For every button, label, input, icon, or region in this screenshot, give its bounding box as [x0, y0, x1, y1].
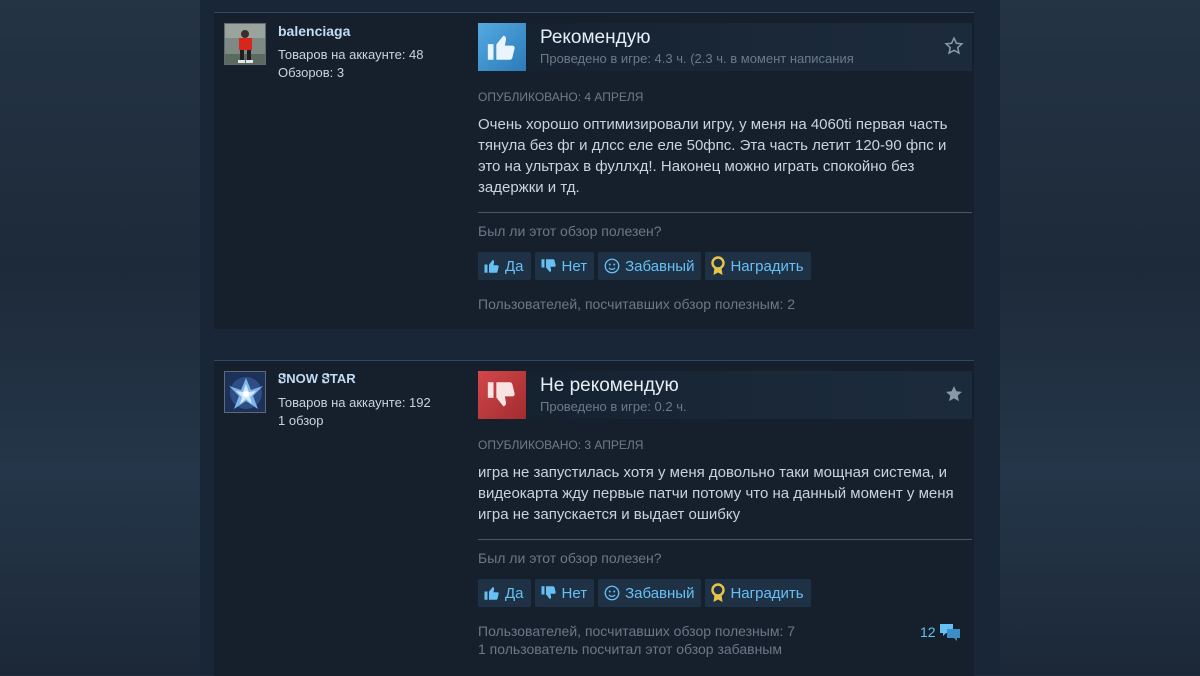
reviews-count[interactable]: 1 обзор [278, 412, 431, 430]
playtime: Проведено в игре: 0.2 ч. [540, 399, 687, 414]
vote-no-button[interactable]: Нет [534, 252, 595, 280]
vote-funny-button[interactable]: Забавный [598, 252, 702, 280]
background-left [0, 0, 200, 675]
posted-date: Опубликовано: 3 апреля [478, 438, 644, 452]
comment-icon [939, 624, 960, 641]
review-text: игра не запустилась хотя у меня довольно… [478, 464, 954, 523]
review-text: Очень хорошо оптимизировали игру, у меня… [478, 116, 948, 196]
smiley-icon [604, 258, 620, 274]
thumbs-up-icon [487, 35, 515, 60]
star-icon[interactable] [944, 384, 964, 404]
products-count[interactable]: Товаров на аккаунте: 192 [278, 394, 431, 412]
avatar[interactable] [224, 371, 266, 413]
products-count[interactable]: Товаров на аккаунте: 48 [278, 46, 424, 64]
author-name[interactable]: ꗟNOW ꗟTAR [278, 371, 356, 387]
thumbs-up-icon [484, 587, 499, 600]
thumbs-up-icon [484, 260, 499, 273]
helpful-question: Был ли этот обзор полезен? [478, 223, 662, 239]
avatar[interactable] [224, 23, 266, 65]
helpful-question: Был ли этот обзор полезен? [478, 550, 662, 566]
reviews-count[interactable]: Обзоров: 3 [278, 64, 424, 82]
award-button[interactable]: Наградить [705, 252, 811, 280]
vote-yes-label: Да [505, 257, 524, 275]
award-icon [711, 583, 726, 602]
thumbs-down-icon [541, 259, 556, 272]
posted-date: Опубликовано: 4 апреля [478, 90, 644, 104]
author-meta: Товаров на аккаунте: 48 Обзоров: 3 [278, 46, 424, 82]
comments-count: 12 [920, 624, 936, 640]
rating-buttons: Да Нет Забавный Наградить [478, 252, 811, 280]
vote-no-label: Нет [561, 257, 588, 275]
verdict-title: Рекомендую [540, 27, 651, 48]
vote-yes-label: Да [505, 584, 524, 602]
author-meta: Товаров на аккаунте: 192 1 обзор [278, 394, 431, 430]
star-icon[interactable] [944, 36, 964, 56]
vote-funny-label: Забавный [625, 584, 695, 602]
vote-funny-button[interactable]: Забавный [598, 579, 702, 607]
vote-funny-label: Забавный [625, 257, 695, 275]
award-label: Наградить [730, 257, 804, 275]
helpful-stat: Пользователей, посчитавших обзор полезны… [478, 295, 795, 313]
vote-header[interactable]: Не рекомендую Проведено в игре: 0.2 ч. [478, 371, 972, 419]
helpful-count: Пользователей, посчитавших обзор полезны… [478, 296, 796, 312]
helpful-stat: Пользователей, посчитавших обзор полезны… [478, 622, 795, 658]
helpful-count: Пользователей, посчитавших обзор полезны… [478, 623, 796, 639]
divider [478, 212, 972, 213]
recommended-badge [478, 23, 526, 71]
thumbs-down-icon [487, 382, 515, 407]
vote-no-label: Нет [561, 584, 588, 602]
review-card: balenciaga Товаров на аккаунте: 48 Обзор… [214, 12, 974, 329]
review-card: ꗟNOW ꗟTAR Товаров на аккаунте: 192 1 обз… [214, 360, 974, 676]
background-right [1000, 0, 1200, 675]
award-label: Наградить [730, 584, 804, 602]
funny-count: 1 пользователь посчитал этот обзор забав… [478, 641, 782, 657]
thumbs-down-icon [541, 586, 556, 599]
rating-buttons: Да Нет Забавный Наградить [478, 579, 811, 607]
vote-yes-button[interactable]: Да [478, 252, 531, 280]
smiley-icon [604, 585, 620, 601]
divider [478, 539, 972, 540]
vote-header[interactable]: Рекомендую Проведено в игре: 4.3 ч. (2.3… [478, 23, 972, 71]
comments-link[interactable]: 12 [920, 622, 961, 642]
playtime: Проведено в игре: 4.3 ч. (2.3 ч. в момен… [540, 51, 854, 66]
award-icon [711, 256, 726, 275]
not-recommended-badge [478, 371, 526, 419]
vote-yes-button[interactable]: Да [478, 579, 531, 607]
award-button[interactable]: Наградить [705, 579, 811, 607]
author-name[interactable]: balenciaga [278, 23, 350, 39]
vote-no-button[interactable]: Нет [534, 579, 595, 607]
verdict-title: Не рекомендую [540, 375, 679, 396]
